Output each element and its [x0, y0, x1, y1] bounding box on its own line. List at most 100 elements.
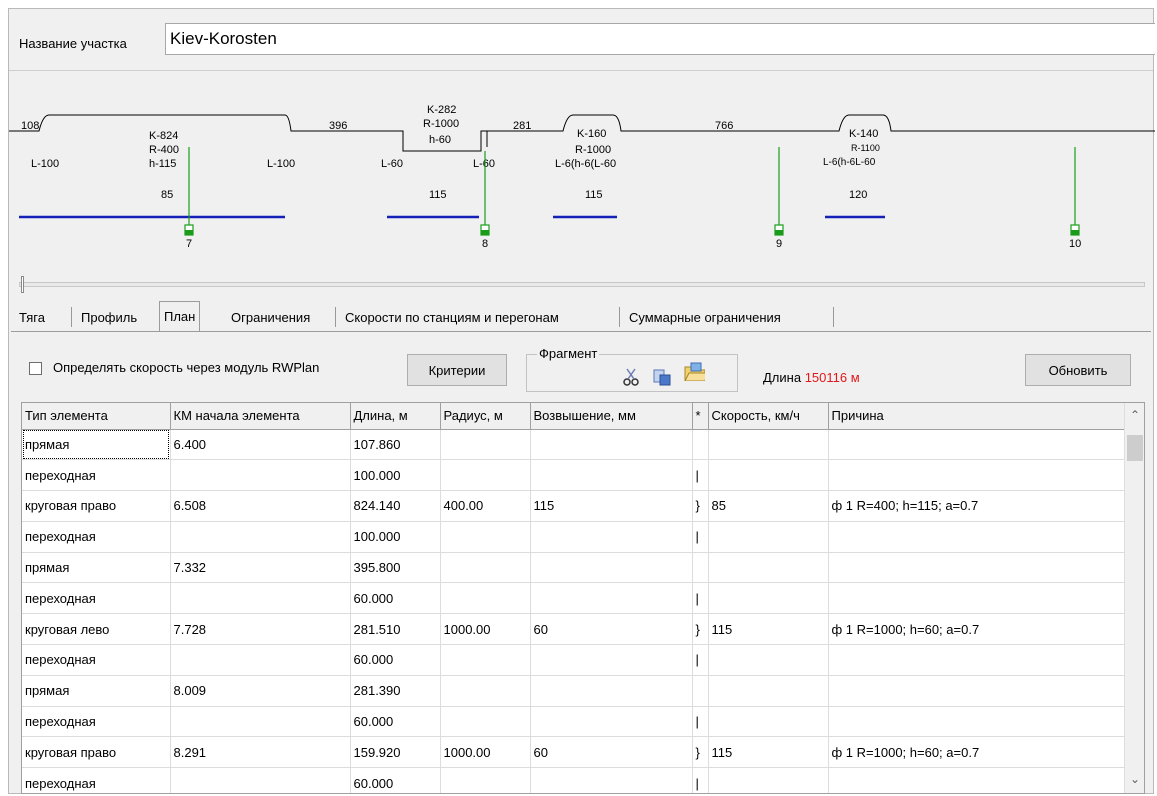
table-cell[interactable]: переходная: [22, 459, 171, 492]
table-cell[interactable]: 8.291: [170, 736, 351, 769]
table-cell[interactable]: [440, 675, 531, 707]
column-header[interactable]: Радиус, м: [440, 403, 531, 430]
table-cell[interactable]: [170, 582, 351, 615]
station-marker[interactable]: 7: [184, 147, 194, 250]
table-cell[interactable]: [530, 459, 693, 492]
table-cell[interactable]: [828, 582, 1125, 615]
table-row[interactable]: прямая 8.009 281.390: [22, 675, 1125, 707]
tab-traction[interactable]: Тяга: [19, 305, 45, 329]
paste-icon[interactable]: [651, 367, 673, 387]
table-row[interactable]: прямая 7.332 395.800: [22, 552, 1125, 584]
table-cell[interactable]: 281.510: [350, 613, 441, 646]
column-header[interactable]: Возвышение, мм: [530, 403, 693, 430]
table-cell[interactable]: ф 1 R=1000; h=60; a=0.7: [828, 736, 1125, 769]
scroll-down-icon[interactable]: ⌄: [1125, 769, 1144, 789]
scroll-up-icon[interactable]: ⌃: [1125, 405, 1144, 425]
diagram-scroll-track[interactable]: [19, 282, 1145, 287]
tab-plan[interactable]: План: [159, 301, 201, 331]
tab-restrictions[interactable]: Ограничения: [231, 305, 310, 329]
table-cell[interactable]: }: [692, 736, 709, 769]
table-cell[interactable]: [440, 644, 531, 676]
table-cell[interactable]: [530, 552, 693, 584]
table-cell[interactable]: |: [692, 644, 709, 676]
table-cell[interactable]: 85: [708, 490, 829, 522]
table-cell[interactable]: [828, 521, 1125, 553]
column-header[interactable]: Причина: [828, 403, 1125, 430]
criteria-button[interactable]: Критерии: [407, 354, 507, 386]
table-cell[interactable]: [440, 767, 531, 793]
table-cell[interactable]: прямая: [22, 675, 171, 707]
column-header[interactable]: Длина, м: [350, 403, 441, 430]
table-cell[interactable]: [530, 429, 693, 461]
table-cell[interactable]: круговая право: [22, 490, 171, 522]
table-cell[interactable]: 115: [530, 490, 693, 522]
column-header[interactable]: Тип элемента: [22, 403, 171, 430]
table-cell[interactable]: 159.920: [350, 736, 441, 769]
table-cell[interactable]: [708, 521, 829, 553]
table-row[interactable]: круговая право 8.291 159.920 1000.00 60} 115 ф…: [22, 736, 1125, 769]
table-cell[interactable]: 400.00: [440, 490, 531, 522]
tab-total-restrictions[interactable]: Суммарные ограничения: [629, 305, 781, 329]
table-cell[interactable]: ф 1 R=1000; h=60; a=0.7: [828, 613, 1125, 646]
table-cell[interactable]: прямая: [22, 552, 171, 584]
table-row[interactable]: переходная 60.000 |: [22, 644, 1125, 676]
table-cell[interactable]: [170, 459, 351, 492]
table-cell[interactable]: |: [692, 706, 709, 738]
table-cell[interactable]: |: [692, 521, 709, 553]
table-cell[interactable]: круговая лево: [22, 613, 171, 646]
table-cell[interactable]: 6.400: [170, 429, 351, 461]
station-marker[interactable]: 10: [1069, 147, 1081, 250]
column-header[interactable]: КМ начала элемента: [170, 403, 351, 430]
table-vertical-scrollbar[interactable]: ⌃ ⌄: [1124, 403, 1144, 793]
table-cell[interactable]: 824.140: [350, 490, 441, 522]
table-row[interactable]: переходная 60.000 |: [22, 582, 1125, 615]
diagram-scroll-thumb[interactable]: [21, 276, 24, 293]
table-row[interactable]: переходная 100.000 |: [22, 521, 1125, 553]
table-cell[interactable]: 60: [530, 736, 693, 769]
table-cell[interactable]: [708, 459, 829, 492]
table-cell[interactable]: 1000.00: [440, 736, 531, 769]
table-cell[interactable]: переходная: [22, 706, 171, 738]
folder-icon[interactable]: [683, 361, 705, 381]
table-row[interactable]: переходная 100.000 |: [22, 459, 1125, 492]
table-cell[interactable]: [828, 767, 1125, 793]
table-cell[interactable]: переходная: [22, 582, 171, 615]
table-cell[interactable]: 60.000: [350, 767, 441, 793]
table-cell[interactable]: 115: [708, 736, 829, 769]
table-cell[interactable]: [828, 706, 1125, 738]
table-scroll-thumb[interactable]: [1127, 435, 1143, 461]
plan-elements-table[interactable]: Тип элемента КМ начала элемента Длина, м Ра…: [21, 402, 1145, 794]
table-cell[interactable]: 107.860: [350, 429, 441, 461]
table-cell[interactable]: [440, 429, 531, 461]
table-cell[interactable]: [530, 706, 693, 738]
table-row[interactable]: прямая 6.400 107.860: [22, 429, 1125, 461]
table-cell[interactable]: [692, 429, 709, 461]
table-cell[interactable]: [530, 582, 693, 615]
table-cell[interactable]: 60.000: [350, 644, 441, 676]
table-cell[interactable]: [440, 552, 531, 584]
table-cell[interactable]: [170, 767, 351, 793]
table-cell[interactable]: [440, 459, 531, 492]
table-cell[interactable]: [708, 767, 829, 793]
table-cell[interactable]: [440, 706, 531, 738]
table-cell[interactable]: [708, 552, 829, 584]
table-cell[interactable]: [708, 429, 829, 461]
table-cell[interactable]: 60: [530, 613, 693, 646]
table-cell[interactable]: переходная: [22, 767, 171, 793]
table-cell[interactable]: [708, 582, 829, 615]
table-cell[interactable]: [828, 459, 1125, 492]
track-plan-diagram[interactable]: 108 396 281 766 K-824 R-400 h-115 L-100 …: [9, 71, 1155, 281]
table-cell[interactable]: [708, 706, 829, 738]
table-cell[interactable]: [708, 675, 829, 707]
table-cell[interactable]: }: [692, 490, 709, 522]
column-header[interactable]: Скорость, км/ч: [708, 403, 829, 430]
table-cell[interactable]: [530, 644, 693, 676]
table-row[interactable]: переходная 60.000 |: [22, 767, 1125, 793]
table-cell[interactable]: 60.000: [350, 582, 441, 615]
table-cell[interactable]: |: [692, 459, 709, 492]
table-cell[interactable]: прямая: [22, 429, 171, 461]
table-cell[interactable]: }: [692, 613, 709, 646]
rwplan-checkbox[interactable]: [29, 362, 42, 375]
table-cell[interactable]: |: [692, 582, 709, 615]
column-header[interactable]: *: [692, 403, 709, 430]
